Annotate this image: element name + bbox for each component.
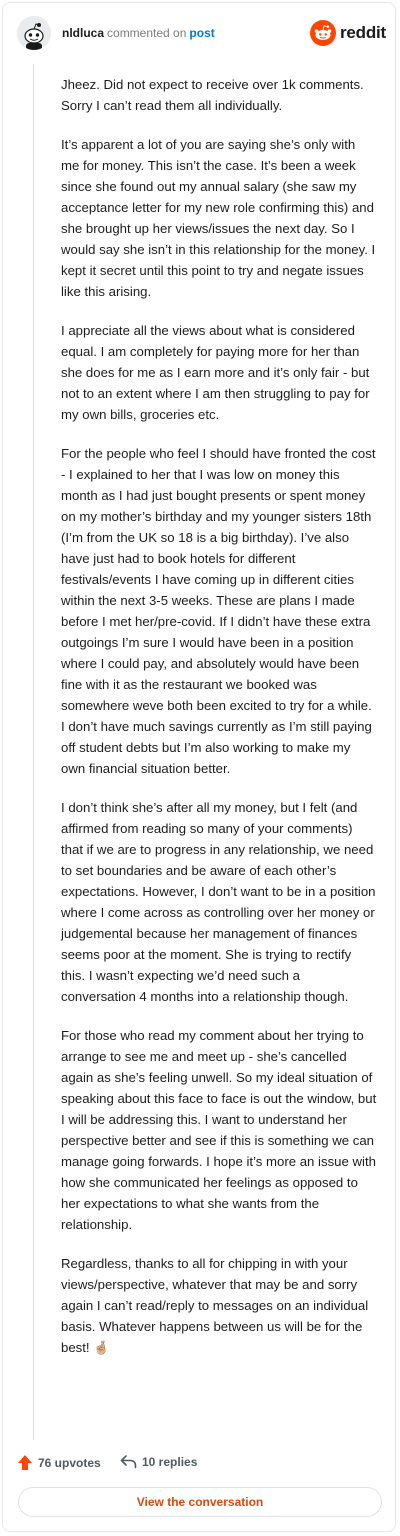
replies-button[interactable]: 10 replies bbox=[120, 1454, 197, 1469]
thread-line bbox=[33, 64, 34, 1440]
brand-wordmark: reddit bbox=[340, 23, 387, 42]
comment-paragraph: For the people who feel I should have fr… bbox=[61, 446, 376, 776]
comment-meta: nldluca commented on post bbox=[62, 26, 215, 40]
upvote-count: 76 upvotes bbox=[38, 1455, 101, 1470]
username[interactable]: nldluca bbox=[62, 26, 104, 40]
comment-header: nldluca commented on post reddit bbox=[0, 0, 400, 70]
comment-footer: 76 upvotes 10 replies bbox=[0, 1449, 400, 1479]
reddit-brand[interactable]: reddit bbox=[310, 20, 386, 46]
user-avatar[interactable] bbox=[17, 16, 51, 50]
comment-body: Jheez. Did not expect to receive over 1k… bbox=[61, 74, 377, 1376]
view-conversation-button[interactable]: View the conversation bbox=[18, 1487, 382, 1517]
meta-verb: commented on bbox=[107, 26, 187, 40]
comment-paragraph: I appreciate all the views about what is… bbox=[61, 323, 370, 422]
comment-paragraph: Regardless, thanks to all for chipping i… bbox=[61, 1256, 369, 1355]
comment-paragraph: I don’t think she’s after all my money, … bbox=[61, 800, 376, 1004]
comment-paragraph: For those who read my comment about her … bbox=[61, 1028, 377, 1232]
post-link[interactable]: post bbox=[189, 26, 214, 40]
upvote-arrow-icon bbox=[18, 1455, 32, 1470]
comment-paragraph: Jheez. Did not expect to receive over 1k… bbox=[61, 77, 364, 113]
reply-arrow-icon bbox=[120, 1455, 137, 1469]
snoo-avatar-icon bbox=[17, 16, 51, 50]
upvote-button[interactable]: 76 upvotes bbox=[17, 1454, 101, 1471]
comment-paragraph: It’s apparent a lot of you are saying sh… bbox=[61, 137, 376, 299]
reddit-logo-icon bbox=[310, 20, 336, 46]
replies-count: 10 replies bbox=[142, 1454, 198, 1469]
